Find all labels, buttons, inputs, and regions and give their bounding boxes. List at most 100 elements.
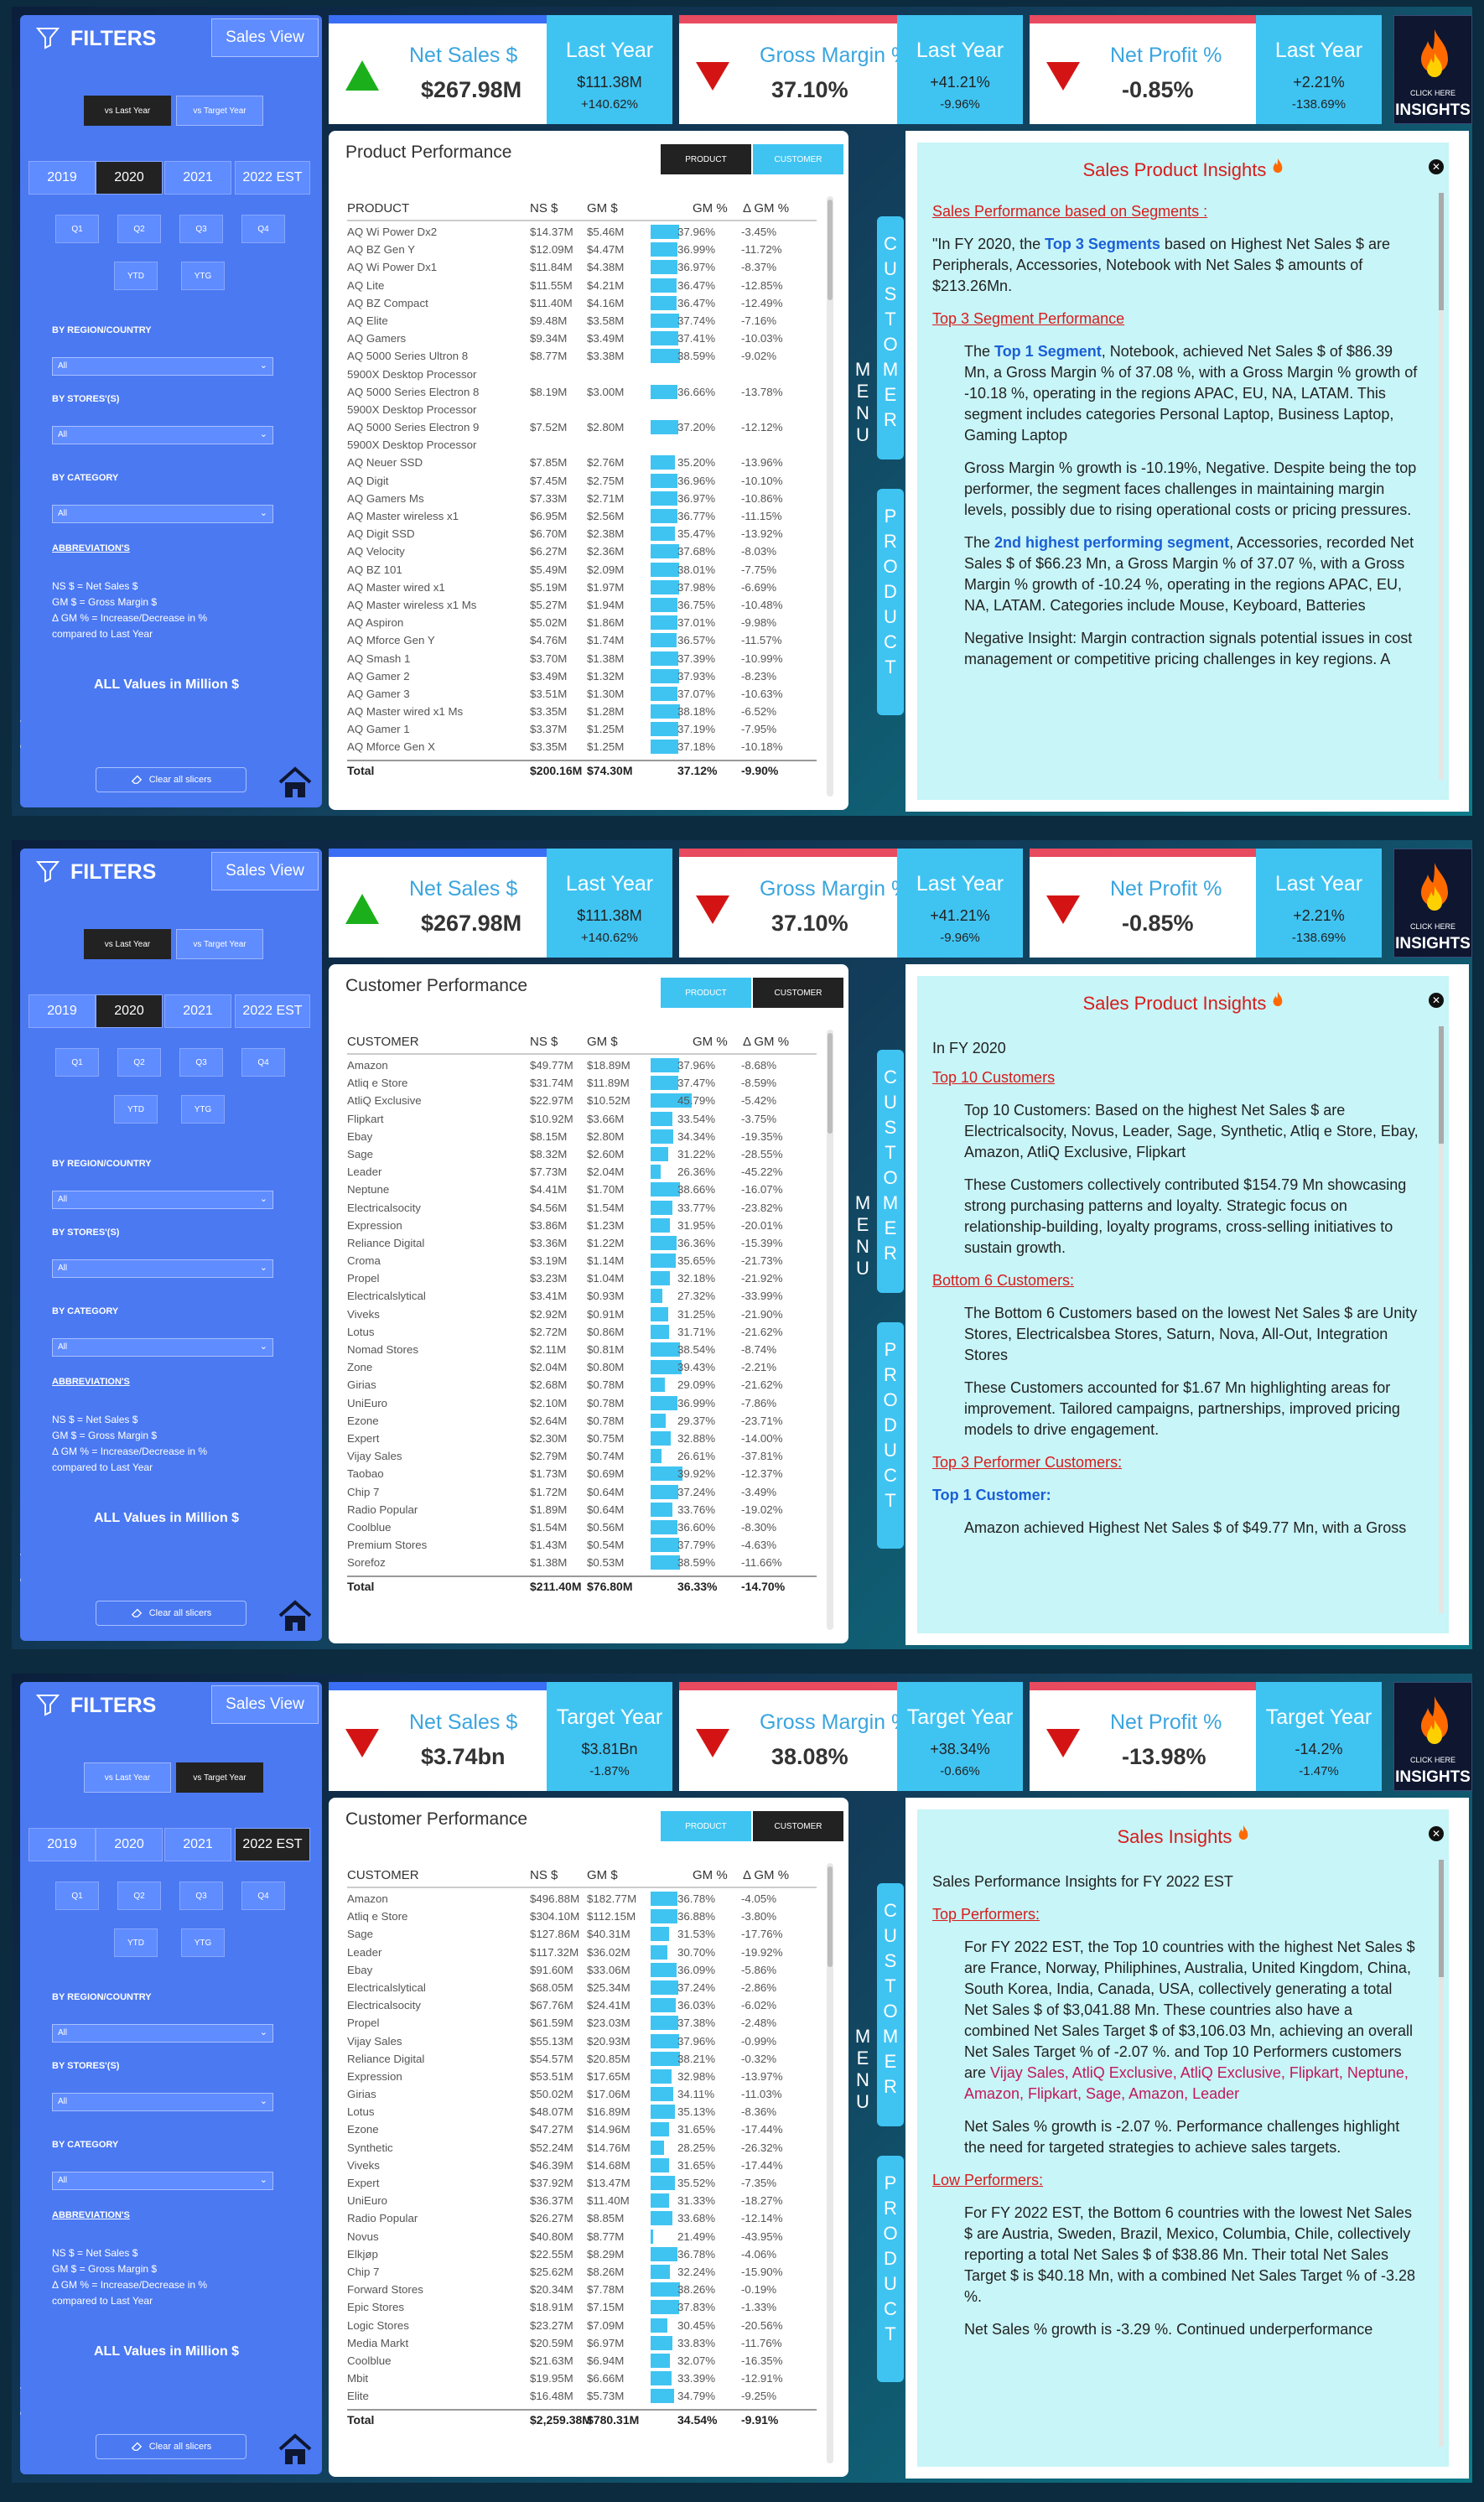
table-row[interactable]: Vijay Sales $2.79M $0.74M 26.61% -37.81% bbox=[347, 1447, 817, 1465]
tab-customer[interactable]: CUSTOMER bbox=[753, 144, 843, 174]
table-row[interactable]: Elite $16.48M $5.73M 34.79% -9.25% bbox=[347, 2387, 817, 2405]
year-slicer-2022-est[interactable]: 2022 EST bbox=[235, 994, 310, 1028]
region-dropdown[interactable]: All ⌄ bbox=[52, 1191, 273, 1209]
table-row[interactable]: Flipkart $10.92M $3.66M 33.54% -3.75% bbox=[347, 1110, 817, 1128]
table-row[interactable]: Girias $50.02M $17.06M 34.11% -11.03% bbox=[347, 2085, 817, 2103]
clear-slicers-button[interactable]: Clear all slicers bbox=[96, 2434, 246, 2459]
table-row[interactable]: 5900X Desktop Processor bbox=[347, 436, 817, 454]
insights-scrollbar[interactable] bbox=[1439, 1026, 1444, 1613]
insights-button[interactable]: CLICK HERE INSIGHTS bbox=[1393, 1682, 1472, 1791]
table-row[interactable]: AQ Velocity $6.27M $2.36M 37.68% -8.03% bbox=[347, 542, 817, 560]
home-icon[interactable] bbox=[277, 764, 314, 801]
period-slicer-ytd[interactable]: YTD bbox=[114, 1095, 158, 1124]
customer-side-tab[interactable]: CUSTOMER bbox=[877, 216, 904, 459]
table-row[interactable]: Novus $40.80M $8.77M 21.49% -43.95% bbox=[347, 2228, 817, 2245]
table-row[interactable]: Mbit $19.95M $6.66M 33.39% -12.91% bbox=[347, 2370, 817, 2387]
table-row[interactable]: AQ Master wired x1 Ms $3.35M $1.28M 38.18% -… bbox=[347, 703, 817, 720]
scroll-thumb[interactable] bbox=[1439, 1860, 1444, 1977]
sales-view-button[interactable]: Sales View bbox=[211, 852, 319, 890]
table-row[interactable]: Leader $117.32M $36.02M 30.70% -19.92% bbox=[347, 1944, 817, 1961]
quarter-slicer-q1[interactable]: Q1 bbox=[55, 215, 99, 243]
table-row[interactable]: AQ Gamers $9.34M $3.49M 37.41% -10.03% bbox=[347, 330, 817, 347]
table-row[interactable]: Ebay $8.15M $2.80M 34.34% -19.35% bbox=[347, 1128, 817, 1145]
table-row[interactable]: Croma $3.19M $1.14M 35.65% -21.73% bbox=[347, 1252, 817, 1269]
table-row[interactable]: Lotus $2.72M $0.86M 31.71% -21.62% bbox=[347, 1323, 817, 1341]
quarter-slicer-q2[interactable]: Q2 bbox=[117, 1048, 161, 1077]
region-dropdown[interactable]: All ⌄ bbox=[52, 2024, 273, 2043]
table-row[interactable]: AQ BZ 101 $5.49M $2.09M 38.01% -7.75% bbox=[347, 561, 817, 579]
quarter-slicer-q1[interactable]: Q1 bbox=[55, 1882, 99, 1910]
period-slicer-ytg[interactable]: YTG bbox=[181, 1928, 225, 1957]
customer-side-tab[interactable]: CUSTOMER bbox=[877, 1883, 904, 2126]
close-icon[interactable]: ✕ bbox=[1429, 1826, 1444, 1841]
category-dropdown[interactable]: All ⌄ bbox=[52, 1338, 273, 1357]
table-row[interactable]: Reliance Digital $54.57M $20.85M 38.21% -0.3… bbox=[347, 2050, 817, 2068]
comparison-toggle-last-year[interactable]: vs Last Year bbox=[84, 1762, 171, 1793]
product-side-tab[interactable]: PRODUCT bbox=[877, 489, 904, 715]
table-row[interactable]: Media Markt $20.59M $6.97M 33.83% -11.76% bbox=[347, 2334, 817, 2352]
period-slicer-ytd[interactable]: YTD bbox=[114, 1928, 158, 1957]
table-row[interactable]: AQ Lite $11.55M $4.21M 36.47% -12.85% bbox=[347, 277, 817, 294]
quarter-slicer-q4[interactable]: Q4 bbox=[241, 215, 285, 243]
home-icon[interactable] bbox=[277, 1597, 314, 1634]
table-row[interactable]: Ezone $47.27M $14.96M 31.65% -17.44% bbox=[347, 2120, 817, 2138]
year-slicer-2020[interactable]: 2020 bbox=[96, 1828, 163, 1861]
clear-slicers-button[interactable]: Clear all slicers bbox=[96, 1601, 246, 1626]
table-row[interactable]: Coolblue $21.63M $6.94M 32.07% -16.35% bbox=[347, 2352, 817, 2370]
table-row[interactable]: Chip 7 $25.62M $8.26M 32.24% -15.90% bbox=[347, 2263, 817, 2281]
table-row[interactable]: Coolblue $1.54M $0.56M 36.60% -8.30% bbox=[347, 1518, 817, 1536]
tab-product[interactable]: PRODUCT bbox=[661, 978, 751, 1008]
quarter-slicer-q2[interactable]: Q2 bbox=[117, 1882, 161, 1910]
table-row[interactable]: Reliance Digital $3.36M $1.22M 36.36% -15.39… bbox=[347, 1234, 817, 1252]
insights-scrollbar[interactable] bbox=[1439, 193, 1444, 780]
quarter-slicer-q3[interactable]: Q3 bbox=[179, 215, 223, 243]
quarter-slicer-q4[interactable]: Q4 bbox=[241, 1048, 285, 1077]
sales-view-button[interactable]: Sales View bbox=[211, 1685, 319, 1724]
insights-scrollbar[interactable] bbox=[1439, 1860, 1444, 2447]
product-side-tab[interactable]: PRODUCT bbox=[877, 1322, 904, 1549]
year-slicer-2021[interactable]: 2021 bbox=[164, 161, 231, 195]
table-row[interactable]: Viveks $46.39M $14.68M 31.65% -17.44% bbox=[347, 2157, 817, 2174]
table-row[interactable]: Neptune $4.41M $1.70M 38.66% -16.07% bbox=[347, 1181, 817, 1198]
table-row[interactable]: UniEuro $36.37M $11.40M 31.33% -18.27% bbox=[347, 2192, 817, 2209]
year-slicer-2019[interactable]: 2019 bbox=[29, 161, 96, 195]
insights-button[interactable]: CLICK HERE INSIGHTS bbox=[1393, 15, 1472, 124]
table-row[interactable]: Sage $8.32M $2.60M 31.22% -28.55% bbox=[347, 1145, 817, 1163]
category-dropdown[interactable]: All ⌄ bbox=[52, 2172, 273, 2190]
table-row[interactable]: AQ Digit SSD $6.70M $2.38M 35.47% -13.92% bbox=[347, 525, 817, 542]
table-row[interactable]: Electricalsocity $67.76M $24.41M 36.03% -6.0… bbox=[347, 1996, 817, 2014]
table-row[interactable]: Ezone $2.64M $0.78M 29.37% -23.71% bbox=[347, 1412, 817, 1430]
table-row[interactable]: Sorefoz $1.38M $0.53M 38.59% -11.66% bbox=[347, 1554, 817, 1571]
table-row[interactable]: Forward Stores $20.34M $7.78M 38.26% -0.19% bbox=[347, 2281, 817, 2298]
year-slicer-2022-est[interactable]: 2022 EST bbox=[235, 1828, 310, 1861]
insights-button[interactable]: CLICK HERE INSIGHTS bbox=[1393, 849, 1472, 958]
comparison-toggle-target-year[interactable]: vs Target Year bbox=[176, 929, 263, 959]
table-row[interactable]: Synthetic $52.24M $14.76M 28.25% -26.32% bbox=[347, 2139, 817, 2157]
home-icon[interactable] bbox=[277, 2431, 314, 2468]
table-row[interactable]: Vijay Sales $55.13M $20.93M 37.96% -0.99% bbox=[347, 2032, 817, 2050]
year-slicer-2019[interactable]: 2019 bbox=[29, 994, 96, 1028]
table-row[interactable]: AQ Mforce Gen Y $4.76M $1.74M 36.57% -11.57% bbox=[347, 631, 817, 649]
table-row[interactable]: Radio Popular $26.27M $8.85M 33.68% -12.14% bbox=[347, 2209, 817, 2227]
table-row[interactable]: Logic Stores $23.27M $7.09M 30.45% -20.56% bbox=[347, 2317, 817, 2334]
table-row[interactable]: AtliQ Exclusive $22.97M $10.52M 45.79% -5.42… bbox=[347, 1092, 817, 1109]
table-row[interactable]: AQ Gamer 3 $3.51M $1.30M 37.07% -10.63% bbox=[347, 685, 817, 703]
scroll-thumb[interactable] bbox=[828, 1033, 833, 1134]
sales-view-button[interactable]: Sales View bbox=[211, 18, 319, 57]
table-row[interactable]: UniEuro $2.10M $0.78M 36.99% -7.86% bbox=[347, 1394, 817, 1412]
year-slicer-2021[interactable]: 2021 bbox=[164, 994, 231, 1028]
table-row[interactable]: AQ 5000 Series Electron 8 $8.19M $3.00M 36.… bbox=[347, 383, 817, 401]
table-row[interactable]: Epic Stores $18.91M $7.15M 37.83% -1.33% bbox=[347, 2298, 817, 2316]
quarter-slicer-q2[interactable]: Q2 bbox=[117, 215, 161, 243]
period-slicer-ytg[interactable]: YTG bbox=[181, 262, 225, 290]
scroll-thumb[interactable] bbox=[828, 200, 833, 300]
category-dropdown[interactable]: All ⌄ bbox=[52, 505, 273, 523]
scroll-thumb[interactable] bbox=[1439, 193, 1444, 310]
table-row[interactable]: AQ Neuer SSD $7.85M $2.76M 35.20% -13.96% bbox=[347, 454, 817, 471]
period-slicer-ytd[interactable]: YTD bbox=[114, 262, 158, 290]
table-row[interactable]: Electricalslytical $68.05M $25.34M 37.24% -2… bbox=[347, 1979, 817, 1996]
table-scrollbar[interactable] bbox=[827, 1863, 833, 2463]
quarter-slicer-q3[interactable]: Q3 bbox=[179, 1882, 223, 1910]
table-row[interactable]: AQ BZ Compact $11.40M $4.16M 36.47% -12.49% bbox=[347, 294, 817, 312]
table-row[interactable]: 5900X Desktop Processor bbox=[347, 366, 817, 383]
